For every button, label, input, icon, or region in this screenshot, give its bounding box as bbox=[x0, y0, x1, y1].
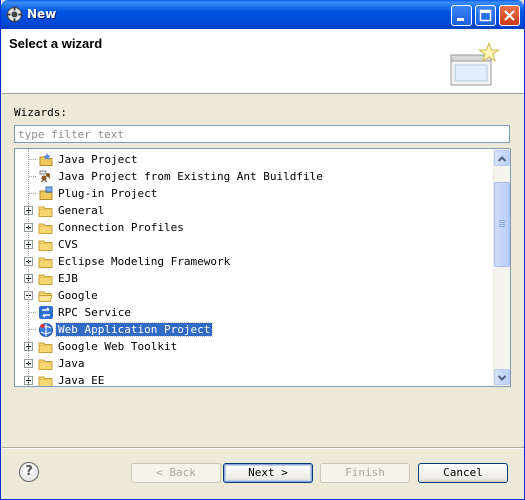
maximize-icon bbox=[479, 9, 492, 22]
tree-item-label: Java bbox=[58, 357, 85, 370]
finish-button[interactable]: Finish bbox=[320, 463, 410, 483]
tree-vertical-scrollbar[interactable] bbox=[493, 149, 510, 386]
back-button[interactable]: < Back bbox=[131, 463, 221, 483]
folder-icon bbox=[38, 342, 53, 353]
tree-item[interactable]: General bbox=[15, 202, 493, 219]
tree-item-label: Eclipse Modeling Framework bbox=[58, 255, 231, 268]
chevron-up-icon bbox=[497, 156, 507, 162]
filter-input[interactable] bbox=[14, 125, 510, 143]
tree-connector bbox=[29, 329, 37, 330]
folder-icon bbox=[38, 257, 53, 268]
new-wizard-title-icon bbox=[6, 6, 23, 23]
title-bar[interactable]: New bbox=[1, 0, 524, 29]
tree-item[interactable]: Java EE bbox=[15, 372, 493, 387]
wizard-tree[interactable]: Java Project Java Project from Existing A… bbox=[14, 148, 511, 387]
scroll-down-button[interactable] bbox=[494, 369, 510, 385]
tree-guide-line bbox=[28, 149, 29, 386]
grip-icon bbox=[499, 220, 505, 227]
tree-item-label: Java Project from Existing Ant Buildfile bbox=[58, 170, 323, 183]
scroll-up-button[interactable] bbox=[494, 150, 510, 166]
help-icon: ? bbox=[25, 464, 33, 479]
tree-item[interactable]: RPC Service bbox=[15, 304, 493, 321]
tree-item[interactable]: Connection Profiles bbox=[15, 219, 493, 236]
new-wizard-banner-icon bbox=[450, 41, 501, 86]
page-title: Select a wizard bbox=[9, 36, 103, 51]
tree-item-label: Connection Profiles bbox=[58, 221, 184, 234]
minimize-button[interactable] bbox=[451, 5, 472, 26]
tree-item[interactable]: Google Web Toolkit bbox=[15, 338, 493, 355]
folder-icon bbox=[38, 376, 53, 386]
tree-item[interactable]: Plug-in Project bbox=[15, 185, 493, 202]
next-button[interactable]: Next > bbox=[223, 463, 313, 483]
tree-item[interactable]: Google bbox=[15, 287, 493, 304]
folder-icon bbox=[38, 206, 53, 217]
tree-connector bbox=[29, 312, 37, 313]
wizards-label: Wizards: bbox=[14, 106, 67, 119]
tree-item-label: EJB bbox=[58, 272, 78, 285]
tree-item-label: CVS bbox=[58, 238, 78, 251]
tree-connector bbox=[29, 176, 37, 177]
tree-item[interactable]: Java Project from Existing Ant Buildfile bbox=[15, 168, 493, 185]
tree-item[interactable]: Web Application Project bbox=[15, 321, 493, 338]
maximize-button[interactable] bbox=[475, 5, 496, 26]
chevron-down-icon bbox=[497, 375, 507, 381]
ant-project-icon bbox=[39, 170, 51, 183]
tree-item[interactable]: Eclipse Modeling Framework bbox=[15, 253, 493, 270]
tree-item-label: Java EE bbox=[58, 374, 105, 387]
tree-item-label: Java Project bbox=[58, 153, 138, 166]
cancel-button[interactable]: Cancel bbox=[418, 463, 508, 483]
tree-connector bbox=[29, 159, 37, 160]
scroll-thumb[interactable] bbox=[494, 182, 510, 267]
tree-item-label: Plug-in Project bbox=[58, 187, 158, 200]
folder-icon bbox=[38, 359, 53, 370]
folder-icon bbox=[38, 240, 53, 251]
google-web-app-icon bbox=[39, 323, 53, 337]
minimize-icon bbox=[457, 18, 464, 21]
tree-item[interactable]: Java Project bbox=[15, 151, 493, 168]
close-icon bbox=[504, 10, 515, 21]
tree-item[interactable]: Java bbox=[15, 355, 493, 372]
tree-item-label: Google bbox=[58, 289, 98, 302]
folder-open-icon bbox=[38, 291, 53, 302]
new-wizard-dialog: New Select a wizard Wizards: Java Projec… bbox=[0, 0, 525, 500]
java-project-icon bbox=[39, 153, 53, 166]
folder-icon bbox=[38, 223, 53, 234]
cancel-button-label: Cancel bbox=[443, 466, 483, 479]
tree-item-label: Web Application Project bbox=[54, 322, 214, 337]
tree-item[interactable]: EJB bbox=[15, 270, 493, 287]
tree-item-label: RPC Service bbox=[58, 306, 131, 319]
finish-button-label: Finish bbox=[345, 466, 385, 479]
wizard-header: Select a wizard bbox=[2, 29, 524, 94]
plugin-project-icon bbox=[39, 186, 53, 200]
footer-separator-highlight bbox=[2, 448, 524, 449]
next-button-label: Next > bbox=[248, 466, 288, 479]
tree-connector bbox=[29, 193, 37, 194]
tree-item-label: General bbox=[58, 204, 105, 217]
back-button-label: < Back bbox=[156, 466, 196, 479]
tree-item[interactable]: CVS bbox=[15, 236, 493, 253]
folder-icon bbox=[38, 274, 53, 285]
rpc-service-icon bbox=[39, 306, 53, 319]
close-button[interactable] bbox=[499, 5, 520, 26]
help-button[interactable]: ? bbox=[19, 462, 39, 482]
tree-item-label: Google Web Toolkit bbox=[58, 340, 178, 353]
window-title: New bbox=[27, 7, 57, 21]
